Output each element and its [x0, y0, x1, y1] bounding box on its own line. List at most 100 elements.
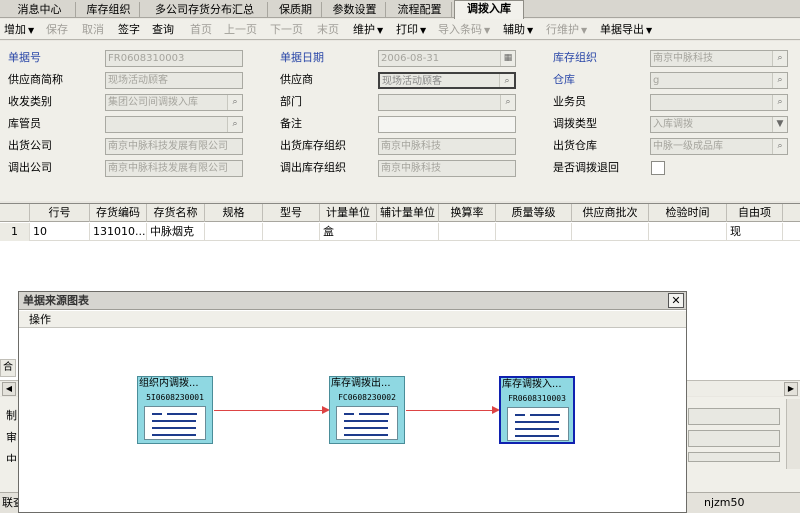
- add-menu[interactable]: 增加 ▼: [4, 22, 34, 37]
- tab-shelf-life[interactable]: 保质期: [270, 2, 322, 18]
- search-icon[interactable]: ⌕: [772, 139, 787, 154]
- cell-free-item[interactable]: 现: [727, 223, 783, 241]
- col-item-name[interactable]: 存货名称: [147, 204, 205, 222]
- footer-field-1[interactable]: [688, 408, 780, 425]
- scroll-right-icon[interactable]: ▶: [784, 382, 798, 396]
- header-form: 单据号 FR0608310003 单据日期 2006-08-31 ▦ 库存组织 南…: [0, 41, 800, 201]
- col-model[interactable]: 型号: [263, 204, 320, 222]
- cell-spec[interactable]: [205, 223, 263, 241]
- transfer-inv-org-field[interactable]: 南京中脉科技: [378, 160, 516, 177]
- cell-rate[interactable]: [439, 223, 496, 241]
- save-button[interactable]: 保存: [46, 22, 68, 37]
- query-button[interactable]: 查询: [152, 22, 174, 37]
- diagram-node[interactable]: 组织内调拨... 5I0608230001: [137, 376, 213, 444]
- search-icon[interactable]: ⌕: [772, 51, 787, 66]
- col-aux-unit[interactable]: 辅计量单位: [377, 204, 439, 222]
- col-line-no[interactable]: 行号: [30, 204, 90, 222]
- cell-unit[interactable]: 盒: [320, 223, 377, 241]
- out-inv-org-label: 出货库存组织: [280, 139, 346, 152]
- inv-org-value: 南京中脉科技: [653, 53, 713, 64]
- transfer-type-label: 调拨类型: [553, 117, 597, 130]
- dept-field[interactable]: ⌕: [378, 94, 516, 111]
- prev-page-button[interactable]: 上一页: [224, 22, 257, 37]
- out-inv-org-field[interactable]: 南京中脉科技: [378, 138, 516, 155]
- node-id: FC0608230002: [338, 393, 396, 402]
- cancel-button[interactable]: 取消: [82, 22, 104, 37]
- keeper-field[interactable]: ⌕: [105, 116, 243, 133]
- col-spec[interactable]: 规格: [205, 204, 263, 222]
- col-free-item[interactable]: 自由项: [727, 204, 783, 222]
- search-icon[interactable]: ⌕: [772, 73, 787, 88]
- is-return-checkbox[interactable]: [651, 161, 665, 175]
- table-row[interactable]: 1 10 131010... 中脉烟克 盒 现: [0, 223, 800, 241]
- supplier-field[interactable]: 现场活动顾客 ⌕: [378, 72, 516, 89]
- warehouse-field[interactable]: g ⌕: [650, 72, 788, 89]
- line-maintain-menu[interactable]: 行维护 ▼: [546, 22, 587, 37]
- export-label: 单据导出: [600, 23, 644, 36]
- cell-inspect-time[interactable]: [649, 223, 727, 241]
- cell-aux-unit[interactable]: [377, 223, 439, 241]
- transfer-company-field[interactable]: 南京中脉科技发展有限公司: [105, 160, 243, 177]
- out-warehouse-field[interactable]: 中脉一级成品库 ⌕: [650, 138, 788, 155]
- transfer-type-value: 入库调拨: [653, 119, 693, 130]
- is-return-label: 是否调拨退回: [553, 161, 619, 174]
- tab-multi-company-distribution[interactable]: 多公司存货分布汇总: [142, 2, 268, 18]
- tab-message-center[interactable]: 消息中心: [4, 2, 76, 18]
- close-icon[interactable]: ✕: [668, 293, 684, 308]
- cell-supplier-batch[interactable]: [572, 223, 649, 241]
- col-rate[interactable]: 换算率: [439, 204, 496, 222]
- transfer-type-select[interactable]: 入库调拨 ▼: [650, 116, 788, 133]
- vertical-scrollbar[interactable]: [786, 399, 800, 469]
- cell-model[interactable]: [263, 223, 320, 241]
- cell-line-no[interactable]: 10: [30, 223, 90, 241]
- inv-org-field[interactable]: 南京中脉科技 ⌕: [650, 50, 788, 67]
- col-item-code[interactable]: 存货编码: [90, 204, 147, 222]
- search-icon[interactable]: ⌕: [227, 117, 242, 132]
- tab-parameters[interactable]: 参数设置: [324, 2, 386, 18]
- tab-transfer-in[interactable]: 调拨入库: [454, 0, 524, 19]
- sign-button[interactable]: 签字: [118, 22, 140, 37]
- print-label: 打印: [396, 23, 418, 36]
- import-barcode-menu[interactable]: 导入条码 ▼: [438, 22, 490, 37]
- clerk-field[interactable]: ⌕: [650, 94, 788, 111]
- chevron-down-icon[interactable]: ▼: [772, 117, 787, 132]
- assist-menu[interactable]: 辅助 ▼: [503, 22, 533, 37]
- doc-no-field[interactable]: FR0608310003: [105, 50, 243, 67]
- last-page-button[interactable]: 末页: [317, 22, 339, 37]
- dialog-title: 单据来源图表: [19, 292, 686, 310]
- col-quality[interactable]: 质量等级: [496, 204, 572, 222]
- cell-item-code[interactable]: 131010...: [90, 223, 147, 241]
- rs-type-value: 集团公司间调拨入库: [108, 97, 198, 108]
- maintain-menu[interactable]: 维护 ▼: [353, 22, 383, 37]
- export-menu[interactable]: 单据导出 ▼: [600, 22, 652, 37]
- search-icon[interactable]: ⌕: [500, 95, 515, 110]
- next-page-button[interactable]: 下一页: [270, 22, 303, 37]
- cell-item-name[interactable]: 中脉烟克: [147, 223, 205, 241]
- scroll-left-icon[interactable]: ◀: [2, 382, 16, 396]
- diagram-node-selected[interactable]: 库存调拨入... FR0608310003: [499, 376, 575, 444]
- first-page-button[interactable]: 首页: [190, 22, 212, 37]
- search-icon[interactable]: ⌕: [499, 74, 514, 87]
- col-unit[interactable]: 计量单位: [320, 204, 377, 222]
- remark-field[interactable]: [378, 116, 516, 133]
- footer-field-2[interactable]: [688, 430, 780, 447]
- calendar-icon[interactable]: ▦: [500, 51, 515, 66]
- footer-field-3[interactable]: [688, 452, 780, 462]
- cell-quality[interactable]: [496, 223, 572, 241]
- toolbar: 增加 ▼ 保存 取消 签字 查询 首页 上一页 下一页 末页 维护 ▼ 打印 ▼ 导入…: [0, 19, 800, 40]
- tab-process-config[interactable]: 流程配置: [388, 2, 452, 18]
- search-icon[interactable]: ⌕: [227, 95, 242, 110]
- print-menu[interactable]: 打印 ▼: [396, 22, 426, 37]
- out-company-field[interactable]: 南京中脉科技发展有限公司: [105, 138, 243, 155]
- dialog-menu-operate[interactable]: 操作: [19, 311, 686, 328]
- col-supplier-batch[interactable]: 供应商批次: [572, 204, 649, 222]
- tab-inventory-org[interactable]: 库存组织: [78, 2, 140, 18]
- inv-org-label: 库存组织: [553, 51, 597, 64]
- diagram-node[interactable]: 库存调拨出... FC0608230002: [329, 376, 405, 444]
- doc-date-field[interactable]: 2006-08-31 ▦: [378, 50, 516, 67]
- rs-type-field[interactable]: 集团公司间调拨入库 ⌕: [105, 94, 243, 111]
- supplier-short-field[interactable]: 现场活动顾客: [105, 72, 243, 89]
- col-inspect-time[interactable]: 检验时间: [649, 204, 727, 222]
- chevron-down-icon: ▼: [484, 26, 491, 35]
- search-icon[interactable]: ⌕: [772, 95, 787, 110]
